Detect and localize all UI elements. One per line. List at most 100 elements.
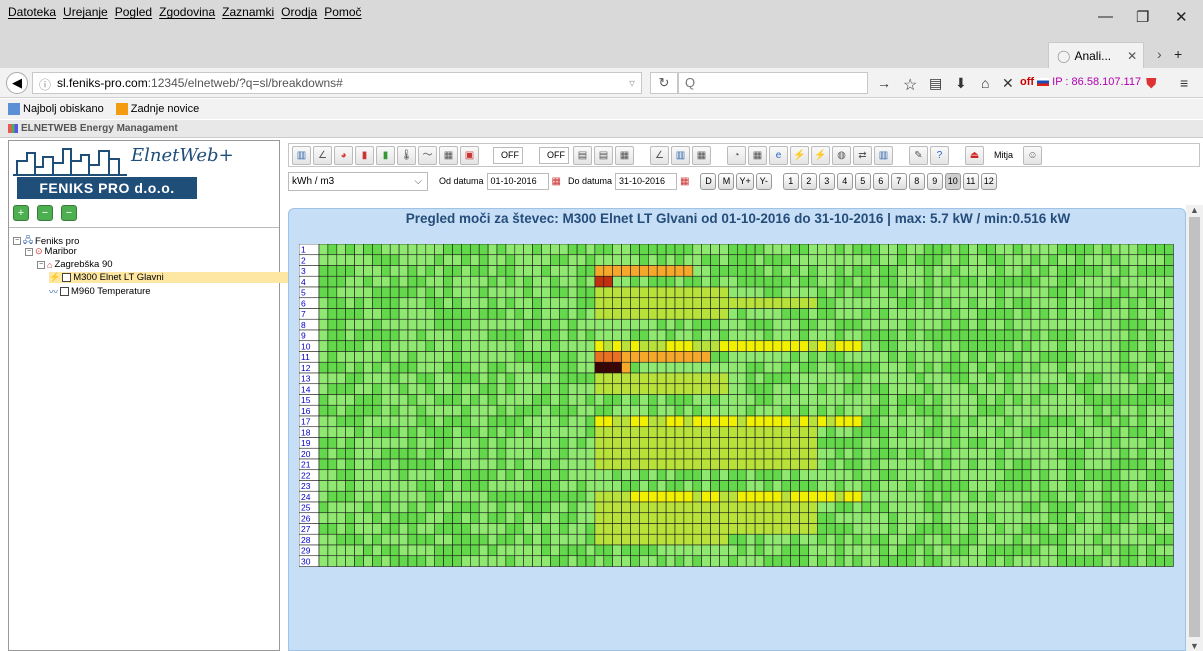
heatmap-cell[interactable] bbox=[1119, 275, 1130, 288]
heatmap-cell[interactable] bbox=[781, 394, 791, 406]
heatmap-cell[interactable] bbox=[639, 458, 649, 471]
heatmap-cell[interactable] bbox=[1084, 318, 1094, 331]
heatmap-cell[interactable] bbox=[861, 361, 872, 374]
heatmap-cell[interactable] bbox=[923, 308, 934, 320]
heatmap-cell[interactable] bbox=[888, 447, 898, 460]
heatmap-cell[interactable] bbox=[621, 555, 631, 567]
heatmap-cell[interactable] bbox=[434, 544, 444, 557]
heatmap-cell[interactable] bbox=[781, 297, 791, 309]
heatmap-cell[interactable] bbox=[843, 340, 854, 352]
heatmap-cell[interactable] bbox=[1030, 383, 1041, 395]
heatmap-cell[interactable] bbox=[932, 544, 943, 557]
heatmap-cell[interactable] bbox=[345, 254, 355, 266]
heatmap-cell[interactable] bbox=[817, 383, 827, 395]
heatmap-cell[interactable] bbox=[1003, 544, 1014, 557]
heatmap-cell[interactable] bbox=[425, 254, 436, 266]
heatmap-cell[interactable] bbox=[594, 351, 605, 363]
heatmap-cell[interactable] bbox=[1092, 265, 1103, 277]
heatmap-cell[interactable] bbox=[630, 372, 640, 385]
heatmap-cell[interactable] bbox=[870, 275, 880, 288]
heatmap-cell[interactable] bbox=[799, 308, 809, 320]
unit-select[interactable]: kWh / m3 bbox=[288, 171, 428, 191]
heatmap-cell[interactable] bbox=[808, 361, 818, 374]
heatmap-cell[interactable] bbox=[621, 265, 631, 277]
heatmap-cell[interactable] bbox=[932, 308, 943, 320]
heatmap-cell[interactable] bbox=[808, 351, 818, 363]
heatmap-cell[interactable] bbox=[639, 533, 649, 546]
heatmap-cell[interactable] bbox=[470, 426, 480, 438]
heatmap-cell[interactable] bbox=[692, 437, 702, 449]
heatmap-cell[interactable] bbox=[1003, 437, 1014, 449]
scroll-up-icon[interactable]: ▲ bbox=[1186, 205, 1203, 215]
heatmap-cell[interactable] bbox=[1164, 308, 1174, 320]
heatmap-cell[interactable] bbox=[354, 340, 364, 352]
heatmap-cell[interactable] bbox=[781, 308, 791, 320]
heatmap-cell[interactable] bbox=[621, 372, 631, 385]
heatmap-cell[interactable] bbox=[470, 437, 480, 449]
heatmap-cell[interactable] bbox=[425, 361, 436, 374]
heatmap-cell[interactable] bbox=[1003, 318, 1014, 331]
heatmap-cell[interactable] bbox=[763, 555, 774, 567]
heatmap-cell[interactable] bbox=[914, 458, 925, 471]
heatmap-cell[interactable] bbox=[799, 458, 809, 471]
heatmap-cell[interactable] bbox=[443, 286, 453, 299]
heatmap-cell[interactable] bbox=[1146, 501, 1156, 514]
heatmap-cell[interactable] bbox=[1039, 480, 1050, 492]
heatmap-cell[interactable] bbox=[523, 523, 533, 535]
heatmap-cell[interactable] bbox=[1057, 275, 1067, 288]
heatmap-cell[interactable] bbox=[1164, 372, 1174, 385]
heatmap-cell[interactable] bbox=[736, 372, 747, 385]
heatmap-cell[interactable] bbox=[923, 297, 934, 309]
heatmap-cell[interactable] bbox=[647, 447, 658, 460]
heatmap-cell[interactable] bbox=[603, 469, 613, 481]
heatmap-cell[interactable] bbox=[541, 458, 551, 471]
heatmap-cell[interactable] bbox=[398, 447, 409, 460]
heatmap-cell[interactable] bbox=[861, 544, 872, 557]
heatmap-cell[interactable] bbox=[861, 275, 872, 288]
calendar-icon[interactable]: ▦ bbox=[552, 176, 561, 187]
heatmap-cell[interactable] bbox=[834, 254, 845, 266]
heatmap-cell[interactable] bbox=[496, 404, 507, 417]
heatmap-cell[interactable] bbox=[443, 340, 453, 352]
heatmap-cell[interactable] bbox=[968, 480, 978, 492]
heatmap-cell[interactable] bbox=[968, 394, 978, 406]
heatmap-cell[interactable] bbox=[558, 244, 569, 256]
heatmap-cell[interactable] bbox=[825, 415, 836, 428]
heatmap-cell[interactable] bbox=[843, 555, 854, 567]
heatmap-cell[interactable] bbox=[906, 297, 916, 309]
arrows-icon[interactable]: ⇄ bbox=[853, 145, 872, 165]
heatmap-cell[interactable] bbox=[425, 244, 436, 256]
heatmap-cell[interactable] bbox=[1119, 458, 1130, 471]
heatmap-cell[interactable] bbox=[888, 404, 898, 417]
heatmap-cell[interactable] bbox=[318, 458, 329, 471]
heatmap-cell[interactable] bbox=[318, 254, 329, 266]
heatmap-cell[interactable] bbox=[977, 329, 987, 342]
heatmap-cell[interactable] bbox=[763, 447, 774, 460]
heatmap-cell[interactable] bbox=[692, 469, 702, 481]
heatmap-cell[interactable] bbox=[817, 308, 827, 320]
heatmap-cell[interactable] bbox=[914, 254, 925, 266]
heatmap-cell[interactable] bbox=[719, 340, 729, 352]
heatmap-cell[interactable] bbox=[398, 555, 409, 567]
heatmap-cell[interactable] bbox=[1084, 555, 1094, 567]
heatmap-cell[interactable] bbox=[1164, 415, 1174, 428]
heatmap-cell[interactable] bbox=[710, 480, 720, 492]
heatmap-cell[interactable] bbox=[1092, 501, 1103, 514]
heatmap-cell[interactable] bbox=[1155, 469, 1165, 481]
heatmap-cell[interactable] bbox=[576, 415, 587, 428]
heatmap-cell[interactable] bbox=[470, 383, 480, 395]
heatmap-cell[interactable] bbox=[959, 437, 969, 449]
heatmap-cell[interactable] bbox=[1075, 265, 1085, 277]
heatmap-cell[interactable] bbox=[1048, 533, 1058, 546]
heatmap-cell[interactable] bbox=[683, 297, 694, 309]
heatmap-cell[interactable] bbox=[425, 523, 436, 535]
heatmap-cell[interactable] bbox=[656, 286, 667, 299]
heatmap-cell[interactable] bbox=[1110, 458, 1121, 471]
heatmap-cell[interactable] bbox=[665, 361, 676, 374]
heatmap-cell[interactable] bbox=[1155, 372, 1165, 385]
heatmap-cell[interactable] bbox=[665, 512, 676, 524]
heatmap-cell[interactable] bbox=[897, 254, 907, 266]
heatmap-cell[interactable] bbox=[986, 447, 996, 460]
heatmap-cell[interactable] bbox=[1066, 490, 1076, 503]
heatmap-cell[interactable] bbox=[363, 275, 373, 288]
